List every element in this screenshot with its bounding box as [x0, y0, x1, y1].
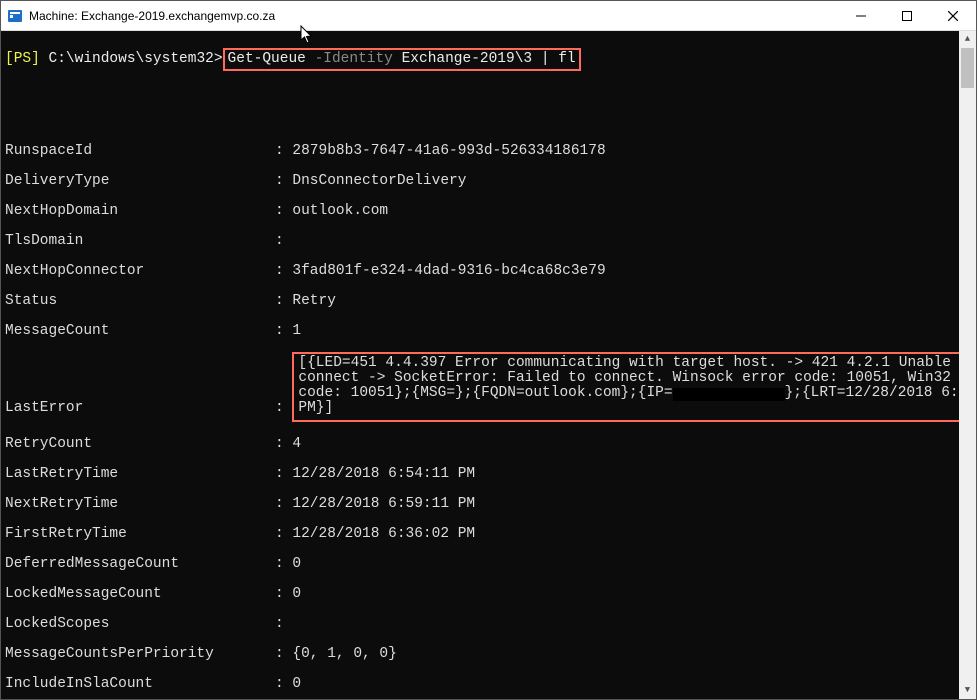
output-row: MessageCount: 1 [5, 324, 951, 339]
titlebar: Machine: Exchange-2019.exchangemvp.co.za [1, 1, 976, 31]
app-icon [7, 8, 23, 24]
terminal[interactable]: [PS] C:\windows\system32>Get-Queue -Iden… [1, 31, 959, 699]
output-row: FirstRetryTime: 12/28/2018 6:36:02 PM [5, 527, 951, 542]
output-row: LockedMessageCount: 0 [5, 587, 951, 602]
output-row: RetryCount: 4 [5, 437, 951, 452]
lasterror-highlight: [{LED=451 4.4.397 Error communicating wi… [292, 352, 959, 422]
close-button[interactable] [930, 1, 976, 31]
window: Machine: Exchange-2019.exchangemvp.co.za… [0, 0, 977, 700]
output-row: MessageCountsPerPriority: {0, 1, 0, 0} [5, 647, 951, 662]
output-row: Status: Retry [5, 294, 951, 309]
cmd-get: Get-Queue [228, 51, 315, 67]
window-title: Machine: Exchange-2019.exchangemvp.co.za [29, 10, 838, 22]
scroll-down-arrow[interactable]: ▼ [959, 682, 976, 699]
output-row: NextHopDomain: outlook.com [5, 204, 951, 219]
redacted-ip [673, 388, 785, 401]
output-row: RunspaceId: 2879b8b3-7647-41a6-993d-5263… [5, 144, 951, 159]
prompt-path: C:\windows\system32> [40, 51, 223, 67]
output-row-lasterror: LastError: [{LED=451 4.4.397 Error commu… [5, 354, 951, 422]
output-row: LastRetryTime: 12/28/2018 6:54:11 PM [5, 467, 951, 482]
output-row: NextRetryTime: 12/28/2018 6:59:11 PM [5, 497, 951, 512]
prompt-line-1: [PS] C:\windows\system32>Get-Queue -Iden… [5, 50, 951, 69]
output-row: DeferredMessageCount: 0 [5, 557, 951, 572]
output-row: NextHopConnector: 3fad801f-e324-4dad-931… [5, 264, 951, 279]
scroll-thumb[interactable] [961, 48, 974, 88]
output-row: IncludeInSlaCount: 0 [5, 677, 951, 692]
vertical-scrollbar[interactable]: ▲ ▼ [959, 31, 976, 699]
output-row: TlsDomain: [5, 234, 951, 249]
cmd-arg: Exchange-2019\3 | fl [393, 51, 576, 67]
cmd-flag: -Identity [315, 51, 393, 67]
scroll-up-arrow[interactable]: ▲ [959, 31, 976, 48]
maximize-button[interactable] [884, 1, 930, 31]
output-row: DeliveryType: DnsConnectorDelivery [5, 174, 951, 189]
minimize-button[interactable] [838, 1, 884, 31]
terminal-area: [PS] C:\windows\system32>Get-Queue -Iden… [1, 31, 976, 699]
ps-tag: [PS] [5, 51, 40, 67]
command-highlight: Get-Queue -Identity Exchange-2019\3 | fl [223, 48, 581, 71]
output-row: LockedScopes: [5, 617, 951, 632]
